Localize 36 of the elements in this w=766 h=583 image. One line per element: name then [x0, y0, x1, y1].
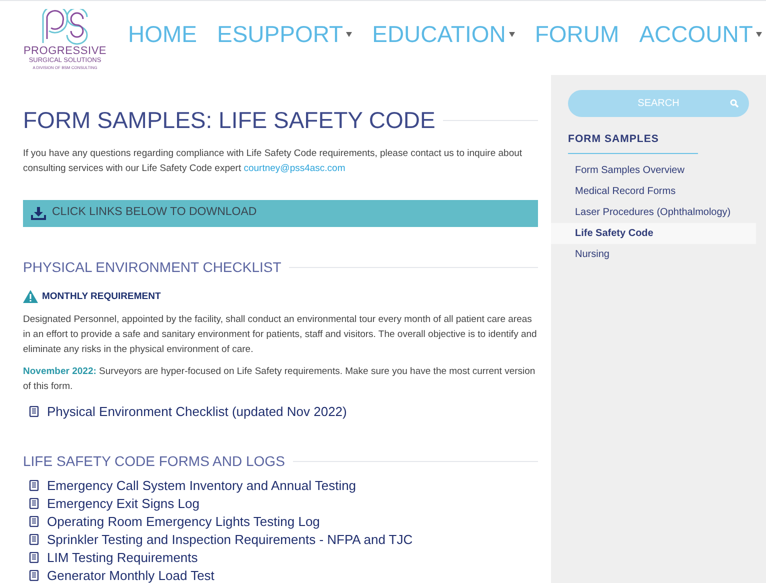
download-link[interactable]: LIM Testing Requirements — [47, 548, 198, 568]
search-field[interactable]: SEARCH — [568, 90, 749, 117]
sidebar-link[interactable]: Life Safety Code — [551, 222, 756, 244]
download-link[interactable]: Generator Monthly Load Test — [47, 566, 214, 583]
logo-name: PROGRESSIVE — [23, 45, 107, 57]
sidebar-link[interactable]: Laser Procedures (Ophthalmology) — [551, 202, 756, 223]
download-link[interactable]: Emergency Call System Inventory and Annual Testing — [47, 476, 356, 496]
section-heading: LIFE SAFETY CODE FORMS AND LOGS — [23, 452, 285, 471]
download-icon — [31, 206, 46, 220]
document-icon — [29, 570, 39, 582]
sidebar-link[interactable]: Nursing — [551, 244, 756, 265]
download-link[interactable]: Sprinkler Testing and Inspection Requirements - NFPA and TJC — [47, 530, 413, 550]
sidebar-link[interactable]: Medical Record Forms — [551, 180, 756, 202]
document-icon — [29, 552, 39, 564]
sidebar-link[interactable]: Form Samples Overview — [551, 160, 756, 181]
warning-icon — [23, 290, 38, 304]
document-icon — [29, 534, 39, 546]
download-link[interactable]: Operating Room Emergency Lights Testing Log — [47, 512, 320, 532]
download-link[interactable]: Physical Environment Checklist (updated Nov 2022) — [47, 402, 347, 422]
page-title: FORM SAMPLES: LIFE SAFETY CODE — [23, 106, 436, 135]
description-paragraph: Designated Personnel, appointed by the facility, shall conduct an environmental tour every month of all patient care areas in an effort to provide a safe and sanitary environment for patients, staff and visitors. The overall objective is to identify and eliminate any risks in the physical environment of care. — [23, 312, 538, 357]
document-icon — [29, 406, 39, 418]
note-paragraph: November 2022: Surveyors are hyper-focused on Life Safety requirements. Make sure you have the most current version of this form. — [23, 364, 536, 394]
document-icon — [29, 498, 39, 510]
document-icon — [29, 516, 39, 528]
banner-text: CLICK LINKS BELOW TO DOWNLOAD — [52, 205, 257, 220]
sidebar-heading: FORM SAMPLES — [568, 132, 660, 147]
caret-icon — [508, 32, 515, 36]
document-icon — [29, 480, 39, 492]
alert-label: MONTHLY REQUIREMENT — [42, 290, 161, 304]
download-link[interactable]: Emergency Exit Signs Log — [47, 494, 200, 514]
caret-icon — [346, 32, 352, 36]
caret-icon — [756, 32, 762, 36]
search-icon — [730, 99, 739, 108]
section-heading: PHYSICAL ENVIRONMENT CHECKLIST — [23, 258, 282, 276]
intro-paragraph: If you have any questions regarding compliance with Life Safety Code requirements, please contact us to inquire about consulting services with our Life Safety Code expert courtney@pss4asc.com — [23, 146, 524, 176]
